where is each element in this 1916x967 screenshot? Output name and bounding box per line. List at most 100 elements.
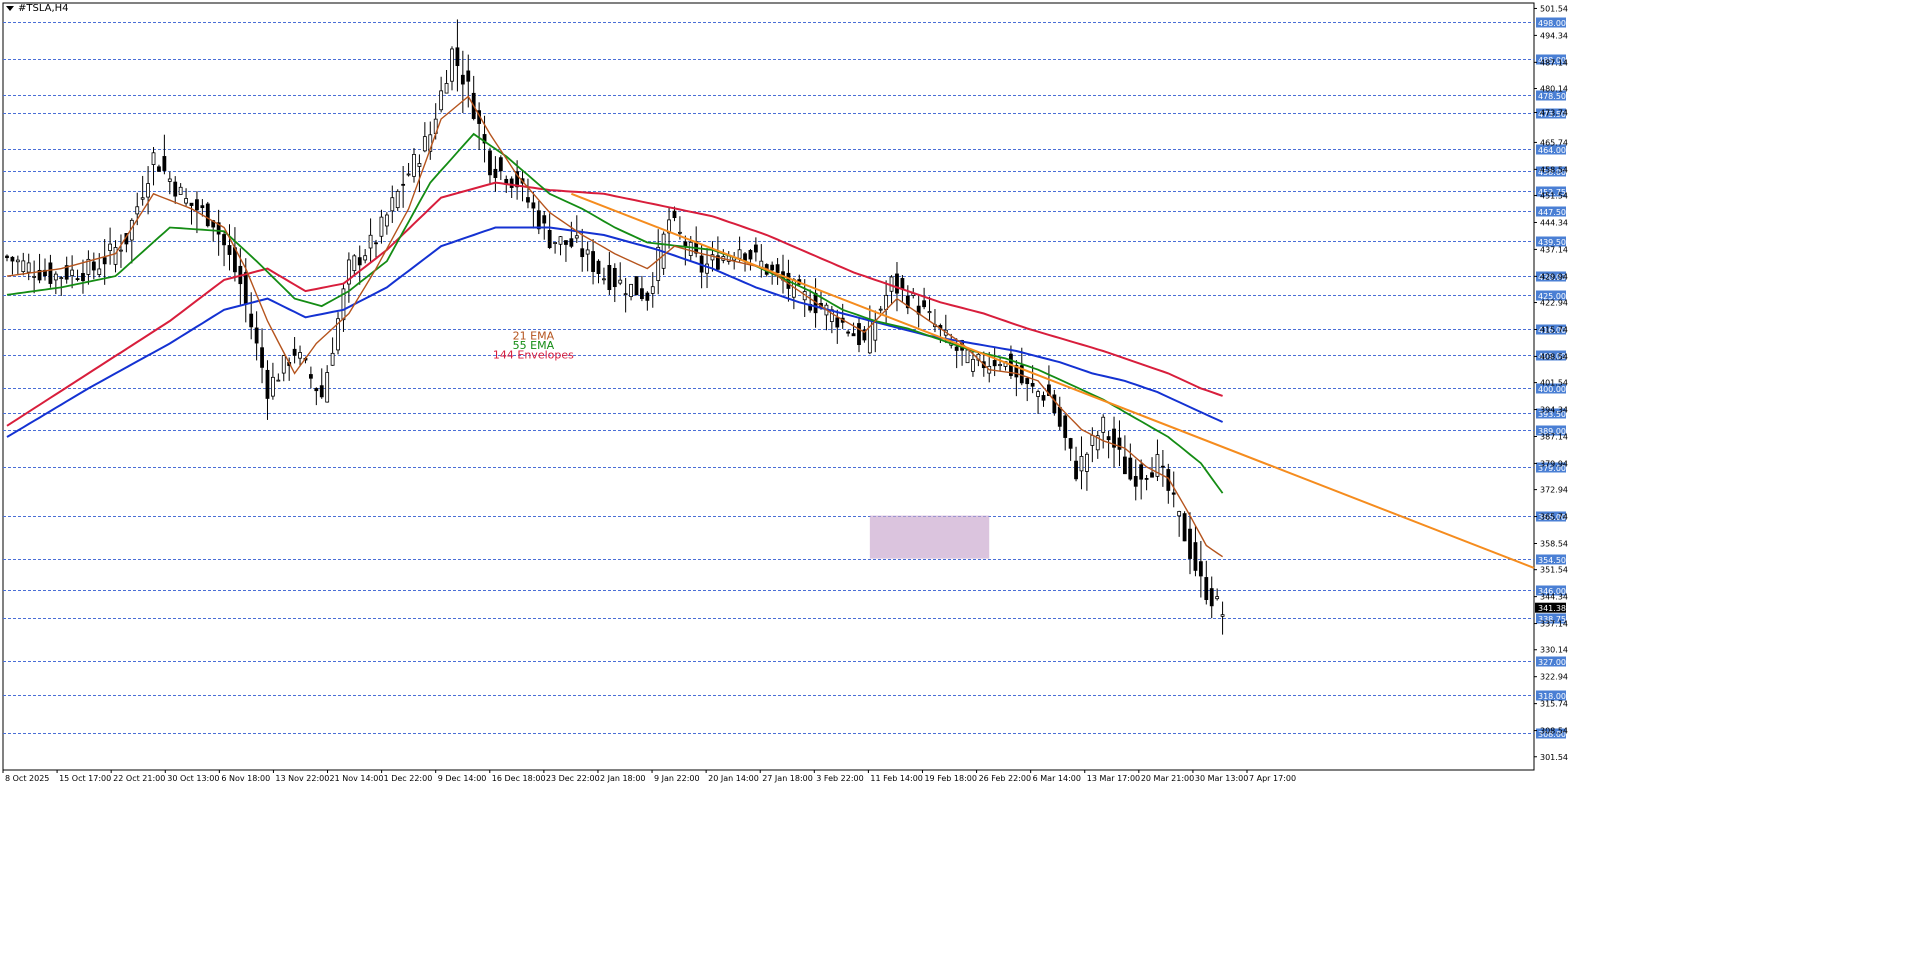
y-tick-label: 365.74 (1540, 513, 1568, 522)
candle-body (26, 262, 31, 273)
candle-body (580, 248, 585, 258)
candle-body (1057, 406, 1062, 427)
candle-body (439, 90, 444, 111)
candle-body (542, 215, 547, 224)
candle-body (368, 234, 373, 249)
x-tick-label: 7 Apr 17:00 (1249, 774, 1296, 783)
y-tick-label: 458.54 (1540, 165, 1568, 174)
candle-body (564, 240, 568, 245)
x-tick-label: 3 Feb 22:00 (816, 774, 863, 783)
y-tick-label: 372.94 (1540, 486, 1568, 495)
candle-body (1198, 561, 1203, 577)
y-tick-label: 422.94 (1540, 299, 1568, 308)
candles-group (5, 19, 1225, 635)
y-tick-label: 315.74 (1540, 700, 1568, 709)
candle-body (846, 331, 851, 334)
candle-body (319, 385, 324, 398)
candle-body (70, 269, 75, 276)
x-tick-label: 6 Mar 14:00 (1033, 774, 1081, 783)
x-tick-label: 16 Dec 18:00 (492, 774, 546, 783)
x-tick-label: 22 Oct 21:00 (113, 774, 165, 783)
candle-body (390, 197, 395, 212)
y-tick-label: 301.54 (1540, 753, 1568, 762)
candle-body (1182, 513, 1187, 542)
candle-body (878, 308, 883, 311)
candle-body (509, 178, 514, 188)
chart-svg: 498.00488.00478.50473.50464.00458.00452.… (2, 2, 1568, 783)
candle-body (656, 246, 661, 281)
candle-body (352, 255, 357, 272)
y-tick-label: 358.54 (1540, 539, 1568, 548)
candle-body (498, 157, 503, 172)
candle-body (173, 181, 178, 197)
x-tick-label: 30 Oct 13:00 (167, 774, 219, 783)
candle-body (254, 327, 259, 344)
candle-body (1063, 415, 1068, 438)
level-label: 354.50 (1538, 556, 1566, 565)
candle-body (884, 294, 889, 310)
candle-body (227, 245, 232, 255)
candle-body (558, 236, 563, 245)
candle-body (167, 178, 172, 182)
candle-body (922, 300, 927, 308)
y-tick-label: 330.14 (1540, 646, 1568, 655)
candle-body (574, 235, 579, 239)
x-tick-label: 23 Dec 22:00 (546, 774, 600, 783)
candle-body (1220, 614, 1225, 617)
x-tick-label: 27 Jan 18:00 (762, 774, 813, 783)
candle-body (1193, 542, 1198, 571)
candle-body (97, 268, 102, 275)
candle-body (753, 244, 758, 253)
candle-body (895, 273, 899, 294)
x-tick-label: 1 Dec 22:00 (384, 774, 433, 783)
x-tick-label: 20 Mar 21:00 (1141, 774, 1194, 783)
candle-body (526, 197, 530, 203)
candle-body (1030, 382, 1035, 387)
candle-body (184, 198, 188, 204)
candle-body (450, 48, 454, 82)
envelope-upper-line (6, 181, 1223, 427)
candle-body (1079, 455, 1084, 472)
candle-body (91, 261, 96, 271)
candle-body (645, 292, 650, 301)
symbol-label[interactable]: #TSLA,H4 (6, 3, 69, 14)
candle-body (363, 255, 368, 261)
candle-body (5, 255, 9, 259)
candle-body (75, 278, 80, 281)
candle-body (113, 247, 118, 265)
candle-body (417, 163, 422, 167)
candle-body (146, 183, 150, 198)
candle-body (1085, 453, 1089, 472)
y-tick-label: 487.14 (1540, 58, 1568, 67)
level-label: 498.00 (1538, 19, 1566, 28)
candle-body (1204, 577, 1209, 600)
candle-body (406, 173, 411, 176)
candle-body (1144, 478, 1149, 480)
candle-body (775, 264, 780, 273)
y-tick-label: 322.94 (1540, 673, 1568, 682)
candle-body (422, 136, 427, 152)
candle-body (607, 264, 612, 291)
candle-body (81, 273, 85, 282)
dropdown-triangle-icon[interactable] (6, 5, 14, 11)
candle-body (650, 286, 655, 294)
candle-body (308, 374, 313, 379)
candle-body (553, 242, 557, 244)
candle-body (965, 349, 970, 364)
candle-body (357, 257, 362, 266)
y-tick-label: 379.94 (1540, 459, 1568, 468)
chart-area[interactable]: 498.00 488.00 478.50 473.50 464.00 458.00 452.… (0, 0, 1916, 963)
y-tick-label: 408.54 (1540, 352, 1568, 361)
candle-body (1036, 391, 1040, 397)
candle-body (1101, 416, 1106, 433)
candle-body (48, 262, 53, 284)
x-tick-label: 8 Oct 2025 (5, 774, 49, 783)
candle-body (374, 242, 378, 245)
candle-body (1090, 434, 1095, 446)
candle-body (135, 206, 140, 215)
level-label: 447.50 (1538, 208, 1566, 217)
candle-body (737, 249, 742, 259)
candle-body (672, 210, 677, 219)
candle-body (569, 238, 574, 247)
candle-body (1177, 511, 1182, 517)
